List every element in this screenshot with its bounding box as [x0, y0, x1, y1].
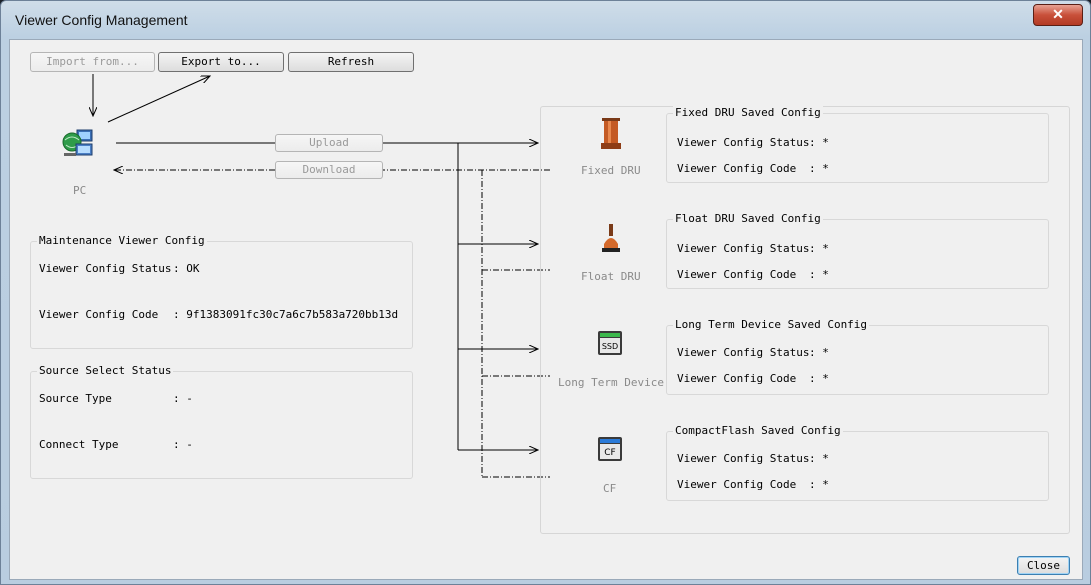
- fixed-dru-status-label: Viewer Config Status: [677, 136, 810, 149]
- title-bar: Viewer Config Management ✕: [1, 1, 1090, 37]
- source-select-group: Source Select Status Source Type : - Con…: [30, 364, 413, 479]
- long-term-code-value: : *: [809, 372, 829, 385]
- compactflash-icon: CF: [597, 436, 623, 462]
- source-select-title: Source Select Status: [37, 364, 174, 377]
- export-button[interactable]: Export to...: [158, 52, 284, 72]
- cf-config-title: CompactFlash Saved Config: [673, 424, 843, 437]
- maintenance-code-value: : 9f1383091fc30c7a6c7b583a720bb13d: [173, 308, 399, 321]
- fixed-dru-code-value: : *: [809, 162, 829, 175]
- float-dru-config-title: Float DRU Saved Config: [673, 212, 823, 225]
- cf-label: CF: [603, 482, 617, 495]
- long-term-status-value: : *: [809, 346, 829, 359]
- connect-type-label: Connect Type: [39, 438, 119, 451]
- fixed-dru-label: Fixed DRU: [581, 164, 641, 177]
- cf-status-label: Viewer Config Status: [677, 452, 810, 465]
- ssd-icon-text: SSD: [602, 342, 618, 351]
- maintenance-code-label: Viewer Config Code: [39, 308, 159, 321]
- fixed-dru-config-group: Fixed DRU Saved Config Viewer Config Sta…: [666, 106, 1049, 183]
- maintenance-config-title: Maintenance Viewer Config: [37, 234, 207, 247]
- window-title: Viewer Config Management: [15, 12, 188, 28]
- float-dru-status-value: : *: [809, 242, 829, 255]
- cf-icon-text: CF: [604, 448, 615, 458]
- maintenance-config-group: Maintenance Viewer Config Viewer Config …: [30, 234, 413, 349]
- source-type-value: : -: [173, 392, 193, 405]
- cf-config-group: CompactFlash Saved Config Viewer Config …: [666, 424, 1049, 501]
- float-dru-code-label: Viewer Config Code: [677, 268, 797, 281]
- pc-label: PC: [73, 184, 87, 197]
- pc-network-icon: [62, 128, 94, 158]
- viewer-config-window: Viewer Config Management ✕ Import from..…: [0, 0, 1091, 585]
- long-term-code-label: Viewer Config Code: [677, 372, 797, 385]
- close-button[interactable]: Close: [1017, 556, 1070, 575]
- float-dru-status-label: Viewer Config Status: [677, 242, 810, 255]
- window-close-button[interactable]: ✕: [1033, 4, 1083, 26]
- ssd-icon: SSD: [597, 330, 623, 356]
- cf-code-label: Viewer Config Code: [677, 478, 797, 491]
- fixed-dru-icon: [599, 116, 623, 152]
- float-dru-config-group: Float DRU Saved Config Viewer Config Sta…: [666, 212, 1049, 289]
- source-type-label: Source Type: [39, 392, 112, 405]
- fixed-dru-code-label: Viewer Config Code: [677, 162, 797, 175]
- long-term-config-title: Long Term Device Saved Config: [673, 318, 870, 331]
- cf-status-value: : *: [809, 452, 829, 465]
- import-button[interactable]: Import from...: [30, 52, 155, 72]
- cf-code-value: : *: [809, 478, 829, 491]
- client-area: Import from... Export to... Refresh PC U…: [9, 39, 1083, 580]
- maintenance-status-label: Viewer Config Status: [39, 262, 172, 275]
- fixed-dru-status-value: : *: [809, 136, 829, 149]
- float-dru-icon: [599, 222, 623, 258]
- float-dru-code-value: : *: [809, 268, 829, 281]
- fixed-dru-config-title: Fixed DRU Saved Config: [673, 106, 823, 119]
- long-term-device-label: Long Term Device: [558, 376, 664, 389]
- long-term-config-group: Long Term Device Saved Config Viewer Con…: [666, 318, 1049, 395]
- long-term-status-label: Viewer Config Status: [677, 346, 810, 359]
- connect-type-value: : -: [173, 438, 193, 451]
- maintenance-status-value: : OK: [173, 262, 200, 275]
- float-dru-label: Float DRU: [581, 270, 641, 283]
- upload-button[interactable]: Upload: [275, 134, 383, 152]
- export-arrow: [107, 76, 210, 123]
- download-button[interactable]: Download: [275, 161, 383, 179]
- refresh-button[interactable]: Refresh: [288, 52, 414, 72]
